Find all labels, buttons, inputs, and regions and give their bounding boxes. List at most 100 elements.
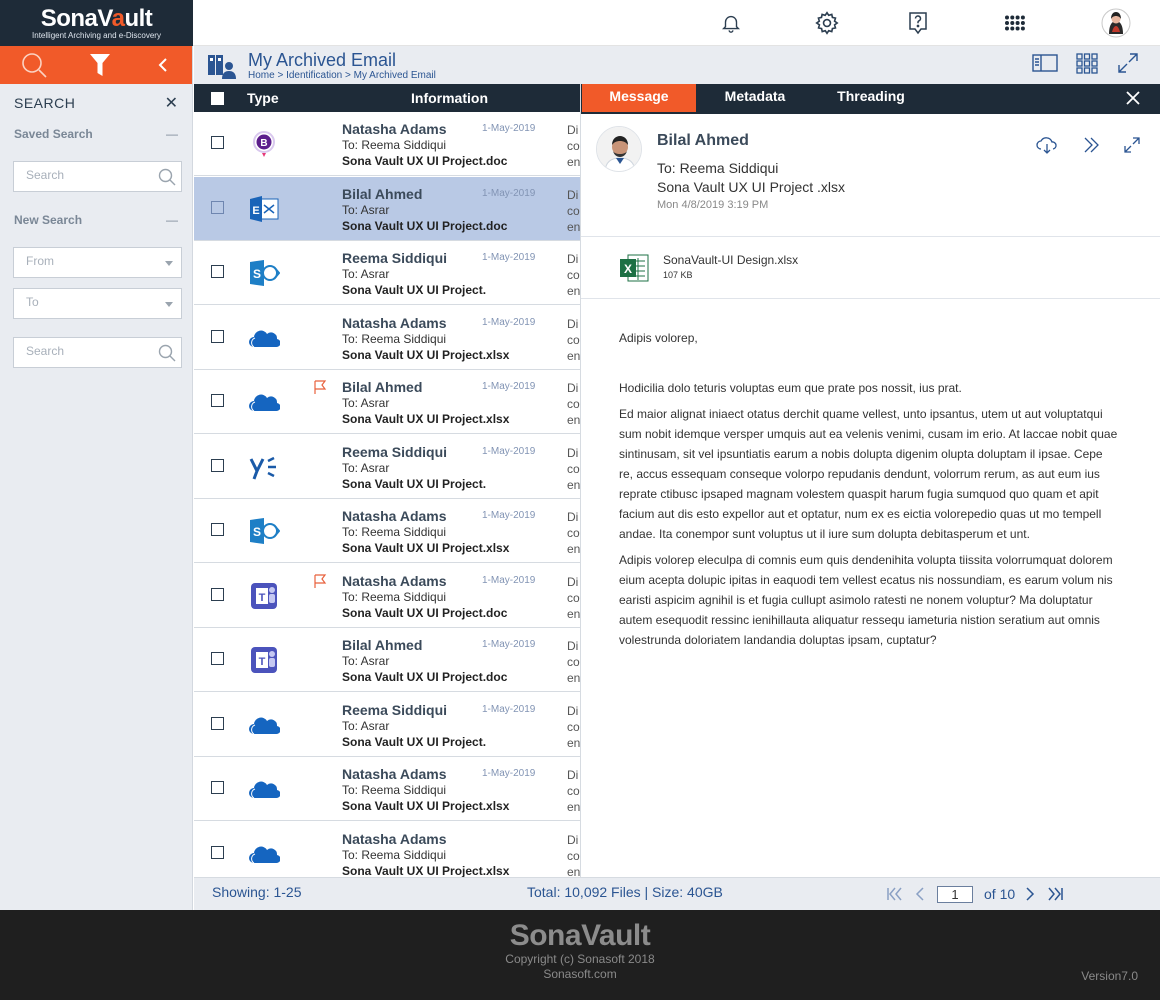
breadcrumb[interactable]: Home > Identification > My Archived Emai… xyxy=(248,70,436,81)
select-all-checkbox[interactable] xyxy=(211,92,224,105)
row-recipient: To: Asrar xyxy=(342,460,390,475)
row-sender: Reema Siddiqui xyxy=(342,701,448,718)
email-row[interactable]: Natasha Adams To: Reema Siddiqui Sona Vaul… xyxy=(194,821,580,878)
flag-icon[interactable] xyxy=(313,573,327,593)
flag-icon[interactable] xyxy=(313,380,327,399)
page-header: My Archived Email Home > Identification … xyxy=(194,46,1160,84)
search-icon[interactable] xyxy=(158,168,176,186)
collapse-dash-icon[interactable]: — xyxy=(166,213,178,227)
filter-tool-button[interactable] xyxy=(68,46,134,84)
row-snippet: Di co en xyxy=(567,381,580,427)
cloud-download-icon[interactable] xyxy=(1036,135,1058,155)
footer-site-link[interactable]: Sonasoft.com xyxy=(0,967,1160,982)
sharepoint-icon: S xyxy=(248,515,281,547)
first-page-icon[interactable] xyxy=(886,886,902,902)
email-row[interactable]: Reema Siddiqui 1-May-2019 To: Asrar Sona Va… xyxy=(194,434,580,499)
user-avatar[interactable] xyxy=(1101,8,1131,38)
email-row[interactable]: Reema Siddiqui 1-May-2019 To: Asrar Sona Va… xyxy=(194,692,580,757)
email-row[interactable]: Natasha Adams 1-May-2019 To: Reema Siddiqu… xyxy=(194,757,580,821)
message-paragraph: Hodicilia dolo teturis voluptas eum que … xyxy=(619,381,962,395)
grid-view-icon[interactable] xyxy=(1076,52,1098,74)
apps-grid-icon[interactable] xyxy=(1000,8,1030,38)
svg-text:T: T xyxy=(259,592,266,604)
help-icon[interactable] xyxy=(903,8,933,38)
row-recipient: To: Asrar xyxy=(342,654,390,668)
attachment[interactable]: X SonaVault-UI Design.xlsx 107 KB xyxy=(581,237,1160,299)
row-snippet: Di co en xyxy=(567,445,580,492)
row-checkbox[interactable] xyxy=(211,200,224,214)
row-checkbox[interactable] xyxy=(211,845,224,859)
row-checkbox[interactable] xyxy=(211,394,224,407)
total-files: Total: 10,092 Files | Size: 40GB xyxy=(527,884,723,900)
preview-pane-view-icon[interactable] xyxy=(1032,52,1058,74)
tab-threading[interactable]: Threading xyxy=(829,84,913,114)
gear-icon[interactable] xyxy=(812,8,842,38)
email-row[interactable]: B Natasha Adams 1-May-2019 To: Reema Siddiq… xyxy=(194,112,580,176)
email-row[interactable]: Natasha Adams 1-May-2019 To: Reema Siddiqu… xyxy=(194,305,580,370)
chevron-left-icon xyxy=(158,58,167,72)
app-version: Version7.0 xyxy=(1081,969,1138,983)
collapse-dash-icon[interactable]: — xyxy=(166,127,178,141)
email-row[interactable]: S Natasha Adams 1-May-2019 To: Reema Siddiq… xyxy=(194,499,580,563)
tab-metadata[interactable]: Metadata xyxy=(711,84,799,114)
close-icon[interactable] xyxy=(1126,91,1140,105)
row-checkbox[interactable] xyxy=(211,136,224,149)
row-checkbox[interactable] xyxy=(211,652,224,665)
forward-icon[interactable] xyxy=(1083,136,1101,154)
row-recipient: To: Asrar xyxy=(342,267,390,281)
bell-icon[interactable] xyxy=(716,8,746,38)
attachment-size: 107 KB xyxy=(663,270,693,280)
close-search-icon[interactable]: ✕ xyxy=(165,93,178,113)
row-date: 1-May-2019 xyxy=(482,703,536,715)
new-search-placeholder: Search xyxy=(26,344,65,358)
logo-tagline: Intelligent Archiving and e-Discovery xyxy=(32,31,161,40)
message-subject: Sona Vault UX UI Project .xlsx xyxy=(657,179,846,195)
row-checkbox[interactable] xyxy=(211,587,224,601)
column-information[interactable]: Information xyxy=(411,90,488,106)
row-recipient: To: Asrar xyxy=(342,202,390,217)
list-header: Type Information xyxy=(194,84,580,112)
attachment-name[interactable]: SonaVault-UI Design.xlsx xyxy=(663,253,798,267)
from-select[interactable]: From xyxy=(13,247,182,278)
row-recipient: To: Reema Siddiqui xyxy=(342,589,447,604)
row-checkbox[interactable] xyxy=(211,523,224,536)
email-row[interactable]: T Bilal Ahmed 1-May-2019 To: Asrar Sona Vaul… xyxy=(194,628,580,692)
row-snippet: Di co en xyxy=(567,832,580,878)
expand-icon[interactable] xyxy=(1123,136,1141,154)
to-select[interactable]: To xyxy=(13,288,182,319)
row-subject: Sona Vault UX UI Project.xlsx xyxy=(342,412,510,426)
email-row[interactable]: T Natasha Adams 1-May-2019 To: Reema Siddiq… xyxy=(194,563,580,628)
next-page-icon[interactable] xyxy=(1024,886,1036,902)
row-checkbox[interactable] xyxy=(211,781,224,794)
row-subject: Sona Vault UX UI Project. xyxy=(342,283,487,297)
page-number-input[interactable]: 1 xyxy=(937,886,973,903)
expand-icon[interactable] xyxy=(1117,52,1139,74)
new-search-input[interactable]: Search xyxy=(13,337,182,368)
prev-page-icon[interactable] xyxy=(914,886,926,902)
row-checkbox[interactable] xyxy=(211,458,224,472)
column-type[interactable]: Type xyxy=(247,90,279,106)
search-icon[interactable] xyxy=(158,344,176,362)
row-checkbox[interactable] xyxy=(211,265,224,278)
row-sender: Bilal Ahmed xyxy=(342,379,423,395)
row-snippet: Di co en xyxy=(567,639,580,685)
search-tool-button[interactable] xyxy=(0,46,68,84)
message-greeting: Adipis volorep, xyxy=(619,331,698,345)
collapse-sidebar-button[interactable] xyxy=(133,46,192,84)
saved-search-header[interactable]: Saved Search — xyxy=(0,127,192,141)
row-checkbox[interactable] xyxy=(211,716,224,730)
last-page-icon[interactable] xyxy=(1048,886,1064,902)
tab-message[interactable]: Message xyxy=(582,84,696,112)
email-row[interactable]: S Reema Siddiqui 1-May-2019 To: Asrar Sona V… xyxy=(194,241,580,305)
new-search-header[interactable]: New Search — xyxy=(0,213,192,227)
email-row[interactable]: E Bilal Ahmed 1-May-2019 To: Asrar Sona Vaul… xyxy=(194,176,580,241)
chevron-down-icon xyxy=(165,261,173,266)
app-logo[interactable]: SonaVault Intelligent Archiving and e-Di… xyxy=(0,0,193,46)
row-checkbox[interactable] xyxy=(211,329,224,343)
email-row[interactable]: Bilal Ahmed 1-May-2019 To: Asrar Sona Vault… xyxy=(194,370,580,434)
message-paragraph: Ed maior alignat iniaect otatus derchit … xyxy=(619,407,1118,541)
row-subject: Sona Vault UX UI Project.xlsx xyxy=(342,347,510,362)
row-snippet: Di co en xyxy=(567,252,580,298)
sharepoint-icon: S xyxy=(248,257,281,289)
saved-search-input[interactable]: Search xyxy=(13,161,182,192)
